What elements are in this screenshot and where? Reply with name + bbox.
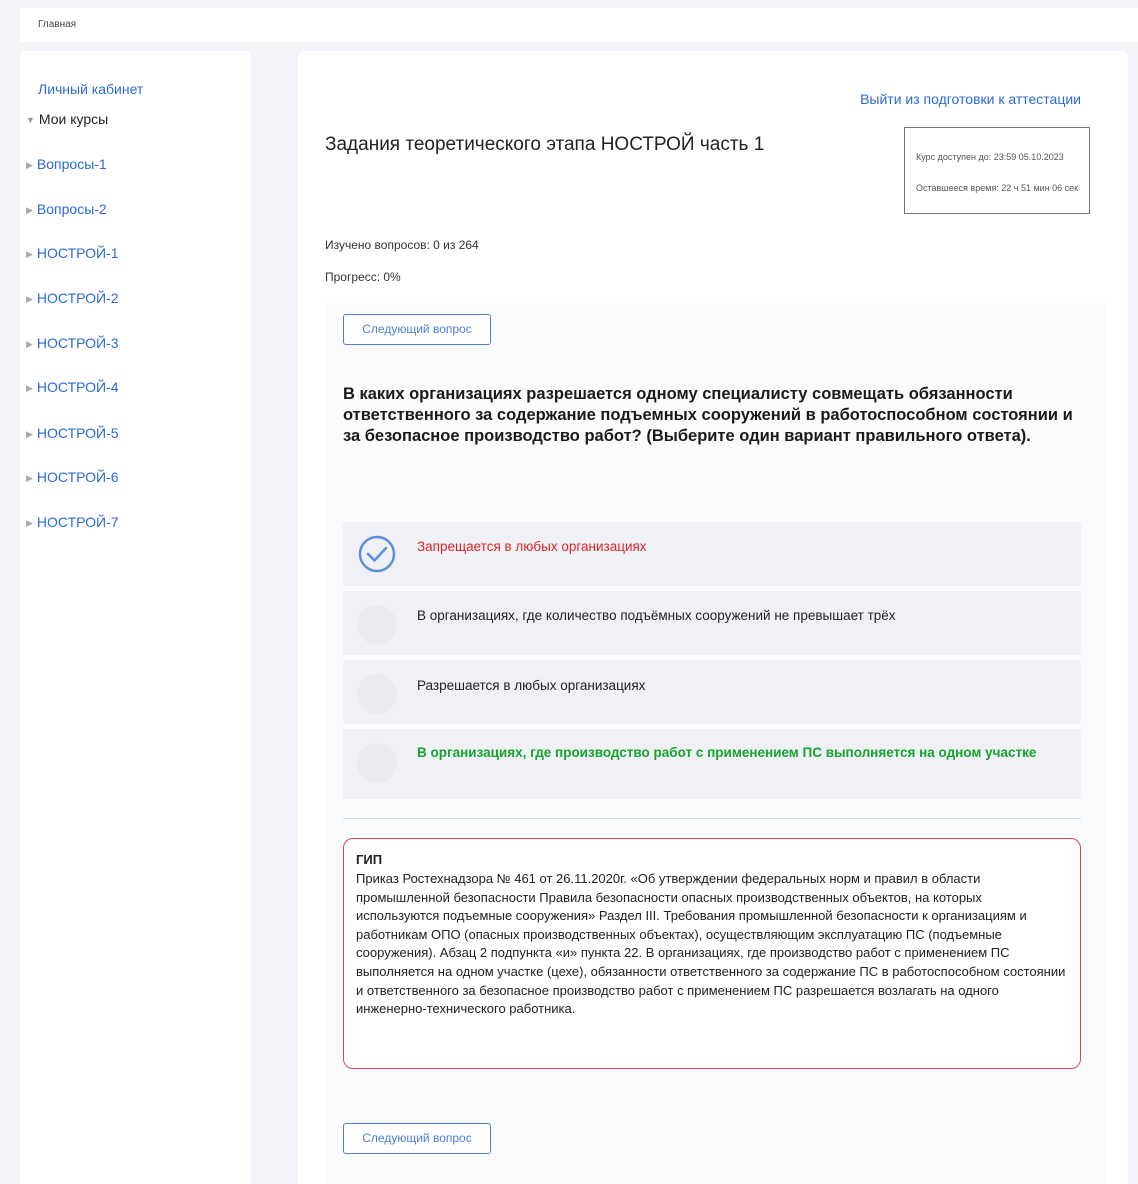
course-available-until: Курс доступен до: 23:59 05.10.2023: [916, 152, 1064, 162]
answer-option-text: Разрешается в любых организациях: [417, 678, 646, 693]
course-label: Вопросы-1: [36, 156, 107, 172]
answer-option[interactable]: В организациях, где производство работ с…: [343, 729, 1081, 799]
exit-attestation-link[interactable]: Выйти из подготовки к аттестации: [860, 91, 1081, 107]
course-label: НОСТРОЙ-6: [36, 469, 119, 485]
course-label: НОСТРОЙ-1: [36, 245, 119, 261]
course-label: НОСТРОЙ-3: [36, 335, 119, 351]
my-courses-section[interactable]: ▼ Мои курсы: [26, 111, 108, 127]
radio-circle: [357, 605, 397, 645]
sidebar-course-item[interactable]: ▶ Вопросы-1: [26, 156, 107, 172]
explanation-title: ГИП: [356, 852, 383, 867]
triangle-right-icon: ▶: [26, 517, 33, 528]
timer-box: Курс доступен до: 23:59 05.10.2023 Остав…: [904, 127, 1090, 214]
page-title: Задания теоретического этапа НОСТРОЙ час…: [325, 134, 765, 155]
course-label: Вопросы-2: [36, 201, 107, 217]
breadcrumb[interactable]: Главная: [38, 19, 76, 30]
answer-option-text: Запрещается в любых организациях: [417, 539, 647, 554]
explanation-body: Приказ Ростехнадзора № 461 от 26.11.2020…: [356, 871, 1066, 1017]
sidebar-course-item[interactable]: ▶ НОСТРОЙ-7: [26, 514, 119, 530]
divider: [343, 818, 1081, 819]
progress-text: Прогресс: 0%: [325, 270, 401, 284]
main-panel: Выйти из подготовки к аттестации Задания…: [298, 51, 1128, 1184]
triangle-right-icon: ▶: [26, 428, 33, 439]
answer-option-text: В организациях, где количество подъёмных…: [417, 608, 896, 623]
triangle-right-icon: ▶: [26, 472, 33, 483]
sidebar-course-item[interactable]: ▶ НОСТРОЙ-4: [26, 379, 119, 395]
next-question-button[interactable]: Следующий вопрос: [343, 1123, 491, 1154]
account-link[interactable]: Личный кабинет: [38, 81, 143, 97]
sidebar: Личный кабинет ▼ Мои курсы ▶ Вопросы-1 ▶ Во…: [20, 51, 251, 1184]
sidebar-course-item[interactable]: ▶ НОСТРОЙ-3: [26, 335, 119, 351]
my-courses-label: Мои курсы: [38, 111, 109, 127]
answer-option[interactable]: В организациях, где количество подъёмных…: [343, 591, 1081, 655]
sidebar-course-item[interactable]: ▶ НОСТРОЙ-5: [26, 425, 119, 441]
sidebar-course-item[interactable]: ▶ НОСТРОЙ-1: [26, 245, 119, 261]
question-text: В каких организациях разрешается одному …: [343, 385, 1073, 445]
triangle-right-icon: ▶: [26, 204, 33, 215]
studied-count: Изучено вопросов: 0 из 264: [325, 238, 479, 252]
course-label: НОСТРОЙ-5: [36, 425, 119, 441]
triangle-right-icon: ▶: [26, 159, 33, 170]
answer-option-text: В организациях, где производство работ с…: [417, 745, 1037, 760]
triangle-down-icon: ▼: [26, 115, 35, 126]
radio-circle: [357, 674, 397, 714]
course-label: НОСТРОЙ-4: [36, 379, 119, 395]
triangle-right-icon: ▶: [26, 382, 33, 393]
answer-option[interactable]: Запрещается в любых организациях: [343, 522, 1081, 586]
answer-option[interactable]: Разрешается в любых организациях: [343, 660, 1081, 724]
sidebar-course-item[interactable]: ▶ НОСТРОЙ-6: [26, 469, 119, 485]
sidebar-course-item[interactable]: ▶ Вопросы-2: [26, 201, 107, 217]
remaining-time: Оставшееся время: 22 ч 51 мин 06 сек: [916, 183, 1079, 193]
radio-circle: [357, 743, 397, 783]
explanation-box: ГИП Приказ Ростехнадзора № 461 от 26.11.…: [343, 838, 1081, 1069]
quiz-area: Следующий вопрос В каких организациях ра…: [325, 303, 1105, 1184]
sidebar-course-item[interactable]: ▶ НОСТРОЙ-2: [26, 290, 119, 306]
top-bar: [20, 8, 1138, 42]
triangle-right-icon: ▶: [26, 293, 33, 304]
triangle-right-icon: ▶: [26, 338, 33, 349]
course-label: НОСТРОЙ-2: [36, 290, 119, 306]
next-question-button[interactable]: Следующий вопрос: [343, 314, 491, 345]
check-circle-icon: [357, 534, 397, 574]
course-label: НОСТРОЙ-7: [36, 514, 119, 530]
triangle-right-icon: ▶: [26, 248, 33, 259]
